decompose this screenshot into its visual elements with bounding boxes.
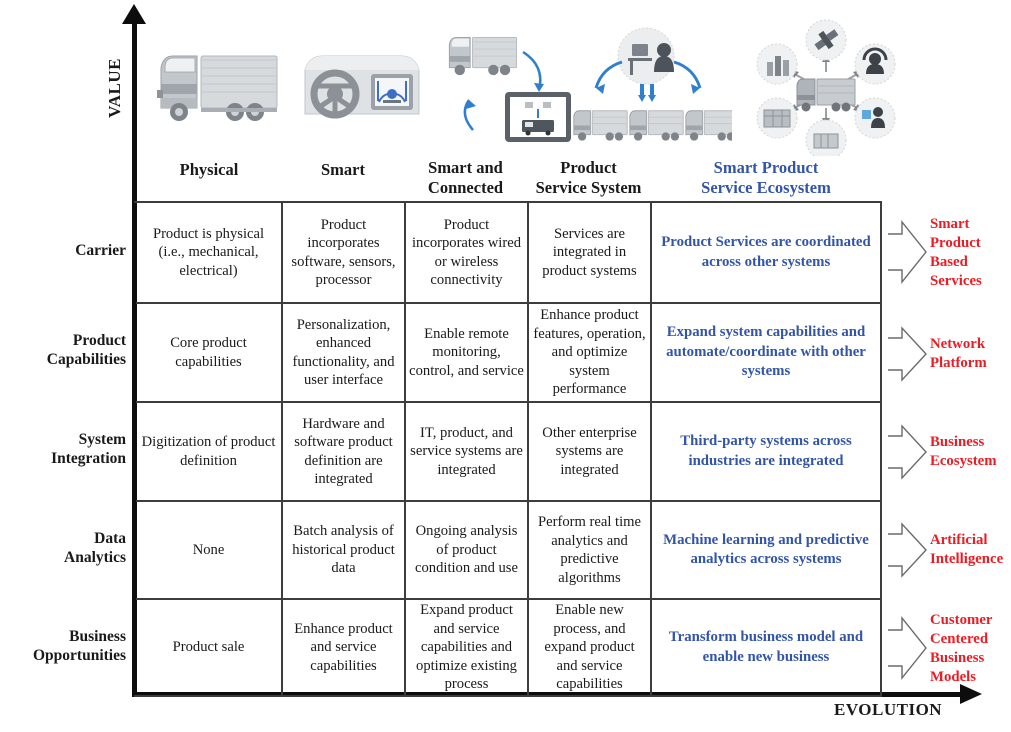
row-label-line: Integration [51,450,126,467]
matrix-cell: IT, product, and service systems are int… [410,424,523,478]
matrix-cell: Expand system capabilities and automate/… [666,324,866,380]
matrix-cell: Transform business model and enable new … [668,629,864,665]
outcome-line: Smart [930,216,970,232]
matrix-cell: Other enterprise systems are integrated [542,424,637,478]
outcome-line: Services [930,273,982,289]
row-label-line: Product [72,332,126,349]
stage-header-smart: Smart [282,160,404,200]
outcome-arrow-icon [886,326,930,382]
stage-header-line: Service Ecosystem [701,178,831,197]
matrix-cell: Services are integrated in product syste… [542,225,637,279]
row-label-business-opportunities: Business Opportunities [0,627,126,665]
outcome-customer-centered-business-models: Customer Centered Business Models [930,606,1011,692]
outcome-line: Artificial [930,532,988,548]
matrix-cell: Enable remote monitoring, control, and s… [409,325,524,379]
outcome-arrow-icon [886,424,930,480]
stage-header-product-service-system: Product Service System [527,158,650,198]
matrix-cell: Hardware and software product definition… [294,415,393,488]
outcome-line: Models [930,669,977,685]
row-label-line: Carrier [75,242,126,259]
row-label-system-integration: System Integration [0,430,126,468]
outcome-line: Network [930,336,986,352]
row-label-line: Opportunities [32,647,126,664]
stage-header-smart-and-connected: Smart and Connected [404,158,527,198]
truck-icon [155,16,285,156]
matrix-cell: Product Services are coordinated across … [661,234,871,270]
outcome-smart-product-based-services: Smart Product Based Services [930,210,1011,296]
matrix-cell: Perform real time analytics and predicti… [538,514,641,586]
fleet-operator-monitoring-icon [562,16,732,156]
stage-header-line: Connected [427,178,504,197]
matrix-cell: Enable new process, and expand product a… [544,602,635,693]
matrix-cell: Third-party systems across industries ar… [680,433,852,469]
outcome-line: Platform [930,355,987,371]
outcome-arrow-icon [886,220,930,284]
matrix-cell: Product incorporates software, sensors, … [291,216,396,289]
outcome-arrow-icon [886,522,930,578]
row-label-line: System [78,431,126,448]
outcome-line: Ecosystem [930,453,997,469]
outcome-line: Intelligence [930,551,1004,567]
row-label-line: Capabilities [46,351,126,368]
dashboard-steering-wheel-icon [297,16,427,156]
outcome-line: Based [930,254,968,270]
row-label-carrier: Carrier [0,241,126,260]
stage-header-line: Smart Product [713,158,819,177]
matrix-cell: Enhance product features, operation, and… [533,307,646,398]
matrix-cell: Digitization of product definition [141,434,276,469]
stage-header-line: Service System [535,178,642,197]
outcome-line: Business [930,650,985,666]
outcome-line: Business [930,434,985,450]
evolution-axis-label: EVOLUTION [834,700,943,719]
matrix-cell: Product is physical (i.e., mechanical, e… [152,225,265,279]
outcome-line: Centered [930,631,989,647]
matrix-cell: None [192,541,225,558]
outcome-line: Customer [930,612,993,628]
matrix-cell: Batch analysis of historical product dat… [292,523,395,577]
value-axis-label: VALUE [105,58,124,118]
stage-header-line: Product [560,158,617,177]
outcome-arrow-icon [886,616,930,680]
stage-header-line: Smart [321,160,365,179]
row-label-line: Analytics [64,549,126,566]
row-label-line: Data [94,530,126,547]
ecosystem-hub-icon [737,16,917,156]
row-label-data-analytics: Data Analytics [0,529,126,567]
matrix-cell: Product sale [172,639,245,656]
row-label-line: Business [69,628,126,645]
diagram-canvas: VALUE EVOLUTION Physical Smart Smart and… [0,0,1011,732]
outcome-network-platform: Network Platform [930,326,1011,382]
matrix-cell: Machine learning and predictive analytic… [663,531,869,568]
matrix-cell: Ongoing analysis of product condition an… [415,523,518,577]
stage-header-smart-product-service-ecosystem: Smart Product Service Ecosystem [650,158,882,198]
stage-header-line: Physical [179,160,239,179]
matrix-cell: Enhance product and service capabilities [294,620,393,674]
outcome-artificial-intelligence: Artificial Intelligence [930,522,1011,578]
row-label-product-capabilities: Product Capabilities [0,331,126,369]
matrix-right-edge [880,203,882,695]
matrix-cell: Expand product and service capabilities … [416,602,517,693]
stage-header-physical: Physical [136,160,282,200]
outcome-business-ecosystem: Business Ecosystem [930,424,1011,480]
outcome-line: Product [930,235,981,251]
stage-header-line: Smart and [428,158,503,177]
matrix-cell: Product incorporates wired or wireless c… [411,216,521,289]
maturity-illustration-strip [137,16,917,156]
matrix-cell: Core product capabilities [170,335,247,370]
matrix-cell: Personalization, enhanced functionality,… [292,316,395,389]
